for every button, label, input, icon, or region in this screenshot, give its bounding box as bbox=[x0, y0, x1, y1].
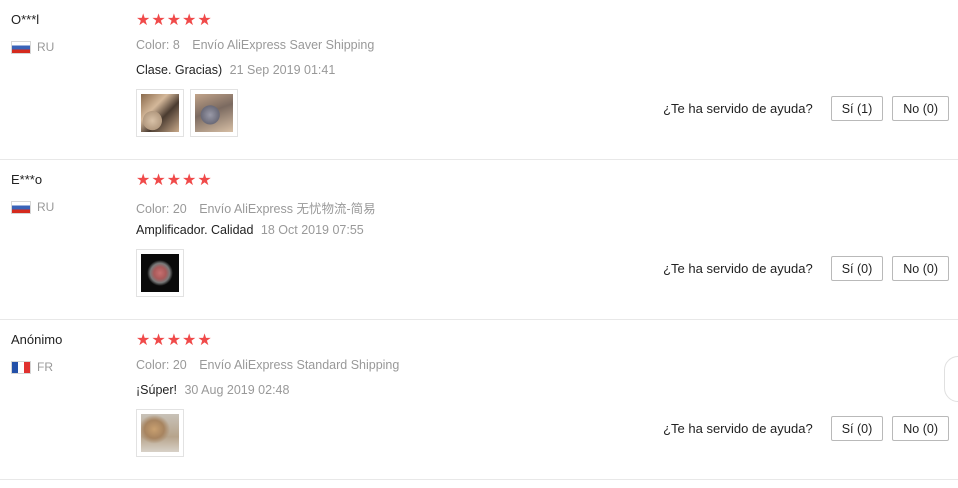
country-code: RU bbox=[37, 200, 55, 214]
star-icon: ★ bbox=[197, 12, 212, 29]
review-item: E***o RU ★ ★ ★ ★ ★ Color: 20 Envío AliEx… bbox=[0, 160, 958, 320]
shipping-method: Envío AliExpress 无忧物流-简易 bbox=[199, 202, 376, 216]
feedback-text: ¡Súper! bbox=[136, 383, 177, 397]
helpful-vote-group: ¿Te ha servido de ayuda? Sí (0) No (0) bbox=[663, 416, 949, 441]
star-icon: ★ bbox=[136, 12, 151, 29]
helpful-question: ¿Te ha servido de ayuda? bbox=[663, 101, 813, 116]
order-info: Color: 8 Envío AliExpress Saver Shipping bbox=[136, 38, 374, 52]
star-icon: ★ bbox=[136, 332, 151, 349]
helpful-no-button[interactable]: No (0) bbox=[892, 96, 949, 121]
country-code: RU bbox=[37, 40, 55, 54]
reviewer-country: RU bbox=[11, 40, 54, 54]
helpful-question: ¿Te ha servido de ayuda? bbox=[663, 261, 813, 276]
color-variant: Color: 8 bbox=[136, 38, 180, 52]
feedback-text: Clase. Gracias) bbox=[136, 63, 223, 77]
star-icon: ★ bbox=[182, 332, 197, 349]
helpful-question: ¿Te ha servido de ayuda? bbox=[663, 421, 813, 436]
country-code: FR bbox=[37, 360, 53, 374]
russia-flag-icon bbox=[11, 200, 31, 214]
color-variant: Color: 20 bbox=[136, 202, 187, 216]
star-icon: ★ bbox=[166, 12, 182, 29]
review-item: O***l RU ★ ★ ★ ★ ★ Color: 8 Envío AliExp… bbox=[0, 0, 958, 160]
reviewer-name: Anónimo bbox=[11, 332, 63, 347]
helpful-no-button[interactable]: No (0) bbox=[892, 256, 949, 281]
star-rating: ★ ★ ★ ★ ★ bbox=[136, 12, 212, 30]
reviewer-name: E***o bbox=[11, 172, 43, 187]
review-photos bbox=[136, 409, 184, 457]
reviewer-country: RU bbox=[11, 200, 54, 214]
star-icon: ★ bbox=[151, 12, 166, 29]
review-date: 30 Aug 2019 02:48 bbox=[184, 383, 290, 397]
order-info: Color: 20 Envío AliExpress 无忧物流-简易 bbox=[136, 198, 376, 217]
star-icon: ★ bbox=[197, 172, 212, 189]
shipping-method: Envío AliExpress Standard Shipping bbox=[199, 358, 400, 372]
review-item: Anónimo FR ★ ★ ★ ★ ★ Color: 20 Envío Ali… bbox=[0, 320, 958, 480]
star-rating: ★ ★ ★ ★ ★ bbox=[136, 332, 212, 350]
review-feedback: Clase. Gracias) 21 Sep 2019 01:41 bbox=[136, 63, 335, 77]
star-icon: ★ bbox=[197, 332, 212, 349]
review-photo-thumbnail[interactable] bbox=[190, 89, 238, 137]
helpful-no-button[interactable]: No (0) bbox=[892, 416, 949, 441]
review-feedback: Amplificador. Calidad 18 Oct 2019 07:55 bbox=[136, 223, 364, 237]
review-photo-thumbnail[interactable] bbox=[136, 249, 184, 297]
star-icon: ★ bbox=[182, 172, 197, 189]
star-icon: ★ bbox=[136, 172, 151, 189]
helpful-yes-button[interactable]: Sí (1) bbox=[830, 96, 884, 121]
color-variant: Color: 20 bbox=[136, 358, 187, 372]
star-rating: ★ ★ ★ ★ ★ bbox=[136, 172, 212, 190]
star-icon: ★ bbox=[151, 172, 166, 189]
star-icon: ★ bbox=[182, 12, 197, 29]
review-photos bbox=[136, 249, 184, 297]
review-date: 18 Oct 2019 07:55 bbox=[260, 223, 364, 237]
review-photo-thumbnail[interactable] bbox=[136, 409, 184, 457]
star-icon: ★ bbox=[166, 332, 182, 349]
star-icon: ★ bbox=[166, 172, 182, 189]
russia-flag-icon bbox=[11, 40, 31, 54]
review-date: 21 Sep 2019 01:41 bbox=[229, 63, 336, 77]
helpful-vote-group: ¿Te ha servido de ayuda? Sí (0) No (0) bbox=[663, 256, 949, 281]
helpful-yes-button[interactable]: Sí (0) bbox=[830, 256, 884, 281]
review-feedback: ¡Súper! 30 Aug 2019 02:48 bbox=[136, 383, 289, 397]
france-flag-icon bbox=[11, 360, 31, 374]
helpful-vote-group: ¿Te ha servido de ayuda? Sí (1) No (0) bbox=[663, 96, 949, 121]
scroll-tab[interactable] bbox=[944, 356, 958, 402]
review-photo-thumbnail[interactable] bbox=[136, 89, 184, 137]
shipping-method: Envío AliExpress Saver Shipping bbox=[192, 38, 375, 52]
reviewer-country: FR bbox=[11, 360, 53, 374]
star-icon: ★ bbox=[151, 332, 166, 349]
feedback-text: Amplificador. Calidad bbox=[136, 223, 254, 237]
order-info: Color: 20 Envío AliExpress Standard Ship… bbox=[136, 358, 399, 372]
review-photos bbox=[136, 89, 238, 137]
helpful-yes-button[interactable]: Sí (0) bbox=[830, 416, 884, 441]
reviewer-name: O***l bbox=[11, 12, 40, 27]
